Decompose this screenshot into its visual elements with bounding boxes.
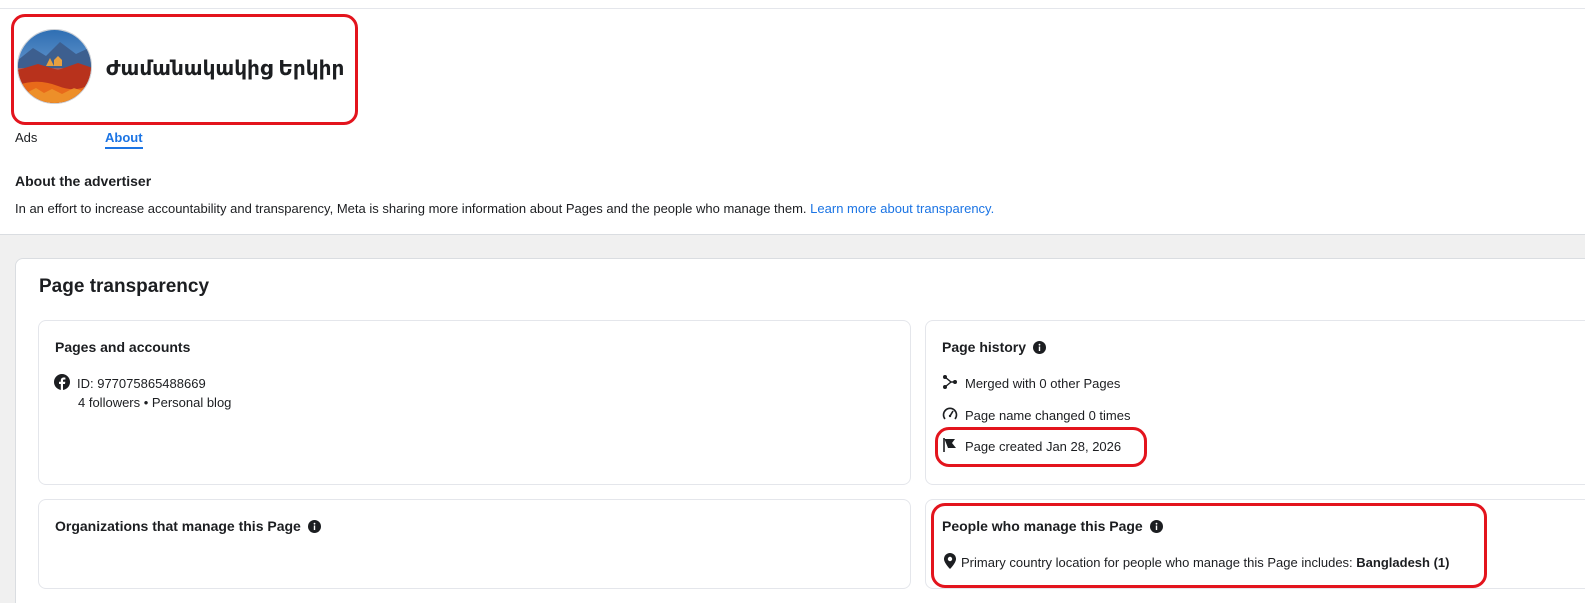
history-merged-text: Merged with 0 other Pages [965, 376, 1121, 391]
page-history-title-text: Page history [942, 339, 1027, 355]
history-created-text: Page created Jan 28, 2026 [965, 439, 1122, 454]
people-location-text: Primary country location for people who … [961, 555, 1449, 570]
history-name-row: Page name changed 0 times [942, 406, 1131, 425]
flag-icon [942, 437, 958, 456]
followers-category-text: 4 followers • Personal blog [78, 395, 232, 410]
organizations-card [38, 499, 911, 589]
page-id-row: ID: 977075865488669 [54, 374, 206, 393]
page-history-title: Page history [942, 339, 1047, 355]
page-transparency-title: Page transparency [39, 276, 210, 297]
people-manage-title: People who manage this Page [942, 518, 1163, 534]
history-name-text: Page name changed 0 times [965, 408, 1131, 423]
page-id-text: ID: 977075865488669 [77, 376, 206, 391]
people-location-value: Bangladesh (1) [1356, 555, 1450, 570]
about-advertiser-description: In an effort to increase accountability … [15, 201, 807, 216]
organizations-title-text: Organizations that manage this Page [55, 518, 301, 534]
tab-ads[interactable]: Ads [15, 130, 37, 145]
organizations-title: Organizations that manage this Page [55, 518, 321, 534]
people-manage-card [925, 499, 1585, 589]
location-pin-icon [944, 553, 956, 572]
learn-more-transparency-link[interactable]: Learn more about transparency. [810, 201, 994, 216]
history-created-row: Page created Jan 28, 2026 [942, 437, 1121, 456]
page-name: Ժամանակակից Երկիր [106, 58, 345, 80]
about-advertiser-text: In an effort to increase accountability … [15, 201, 994, 216]
merge-icon [942, 374, 958, 393]
page-avatar[interactable] [17, 29, 92, 104]
pages-accounts-title: Pages and accounts [55, 339, 190, 355]
people-manage-title-text: People who manage this Page [942, 518, 1143, 534]
edit-name-icon [942, 406, 958, 425]
people-location-prefix: Primary country location for people who … [961, 555, 1357, 570]
top-divider [0, 8, 1585, 9]
info-icon[interactable] [1033, 340, 1047, 354]
tab-about[interactable]: About [105, 130, 143, 149]
people-location-row: Primary country location for people who … [944, 553, 1449, 572]
pages-accounts-title-text: Pages and accounts [55, 339, 191, 355]
info-icon[interactable] [1149, 519, 1163, 533]
info-icon[interactable] [307, 519, 321, 533]
about-advertiser-title: About the advertiser [15, 173, 152, 189]
facebook-icon [54, 374, 70, 393]
page-header-panel [0, 0, 1585, 235]
history-merged-row: Merged with 0 other Pages [942, 374, 1120, 393]
